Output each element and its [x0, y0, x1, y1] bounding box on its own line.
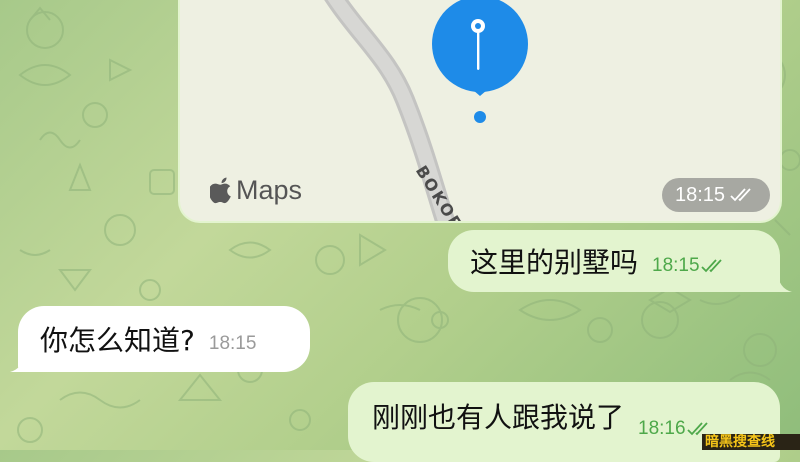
map-message-time: 18:15 [662, 178, 770, 212]
incoming-message[interactable]: 你怎么知道? 18:15 [18, 306, 310, 372]
message-text: 刚刚也有人跟我说了 [372, 401, 625, 434]
location-dot [474, 111, 486, 123]
bubble-tail-outgoing [770, 272, 792, 292]
read-ticks-icon [700, 258, 728, 274]
bubble-tail-incoming [10, 352, 32, 372]
map-time-text: 18:15 [674, 183, 726, 206]
map-pin-icon [471, 19, 485, 70]
watermark: 暗黑搜查线 [702, 434, 800, 450]
message-time: 18:15 [208, 333, 257, 354]
location-map-preview[interactable]: BOKOF Maps 18:15 [180, 0, 780, 221]
apple-maps-logo: Maps [210, 175, 302, 205]
location-pin-tail [466, 84, 494, 96]
maps-brand-text: Maps [236, 174, 303, 205]
outgoing-message[interactable]: 刚刚也有人跟我说了 18:16 [348, 382, 780, 462]
apple-logo-icon [210, 177, 231, 204]
message-text: 你怎么知道? [40, 324, 195, 357]
message-text: 这里的别墅吗 [470, 246, 639, 279]
read-ticks-icon [729, 187, 757, 203]
message-time-text: 18:15 [652, 255, 700, 276]
message-time: 18:15 [652, 255, 728, 277]
message-time-text: 18:16 [638, 418, 686, 439]
outgoing-message[interactable]: 这里的别墅吗 18:15 [448, 230, 780, 292]
